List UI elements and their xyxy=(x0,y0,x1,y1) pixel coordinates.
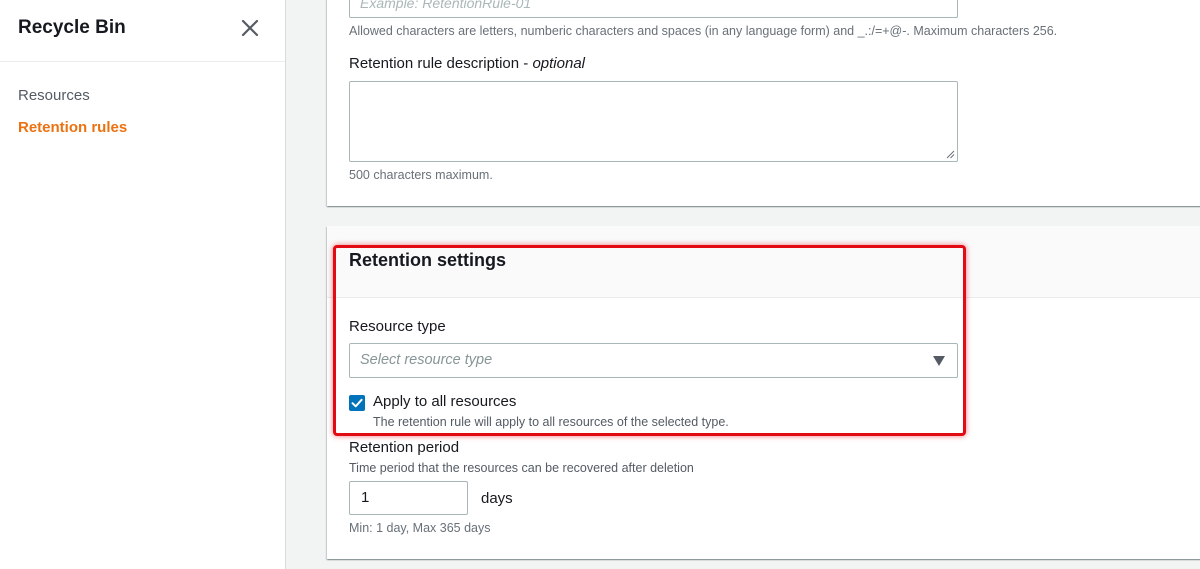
retention-settings-title: Retention settings xyxy=(349,250,507,270)
retention-period-unit: days xyxy=(481,490,513,507)
sidebar-title: Recycle Bin xyxy=(18,17,126,38)
resource-type-select[interactable]: Select resource type xyxy=(349,343,958,378)
description-label: Retention rule description - optional xyxy=(349,55,585,72)
retention-period-hint: Min: 1 day, Max 365 days xyxy=(349,521,491,535)
retention-period-input[interactable]: 1 xyxy=(349,481,468,515)
retention-settings-header: Retention settings xyxy=(327,226,1200,298)
checkmark-icon xyxy=(351,398,363,408)
main-content: Example: RetentionRule-01 Allowed charac… xyxy=(286,0,1200,569)
sidebar-item-resources[interactable]: Resources xyxy=(0,86,285,118)
sidebar-header: Recycle Bin xyxy=(0,0,285,62)
description-optional-text: optional xyxy=(532,55,585,72)
sidebar: Recycle Bin Resources Retention rules xyxy=(0,0,286,569)
resize-grip-icon[interactable] xyxy=(946,150,955,159)
description-hint: 500 characters maximum. xyxy=(349,168,493,182)
rule-name-placeholder: Example: RetentionRule-01 xyxy=(360,0,532,11)
retention-settings-panel: Retention settings Resource type Select … xyxy=(327,226,1200,559)
rule-name-hint: Allowed characters are letters, numberic… xyxy=(349,24,1058,38)
retention-period-description: Time period that the resources can be re… xyxy=(349,461,694,475)
apply-all-checkbox[interactable] xyxy=(349,395,365,411)
rule-details-panel: Example: RetentionRule-01 Allowed charac… xyxy=(327,0,1200,206)
retention-period-label: Retention period xyxy=(349,439,460,456)
apply-all-description: The retention rule will apply to all res… xyxy=(373,415,729,429)
close-icon[interactable] xyxy=(239,17,261,39)
resource-type-placeholder: Select resource type xyxy=(360,352,493,368)
resource-type-label: Resource type xyxy=(349,318,446,335)
description-label-text: Retention rule description xyxy=(349,55,520,72)
apply-all-label[interactable]: Apply to all resources xyxy=(373,393,516,410)
sidebar-item-retention-rules[interactable]: Retention rules xyxy=(0,118,285,150)
sidebar-nav: Resources Retention rules xyxy=(0,62,285,150)
rule-name-input[interactable]: Example: RetentionRule-01 xyxy=(349,0,958,18)
description-textarea[interactable] xyxy=(349,81,958,162)
caret-down-icon xyxy=(933,356,945,366)
